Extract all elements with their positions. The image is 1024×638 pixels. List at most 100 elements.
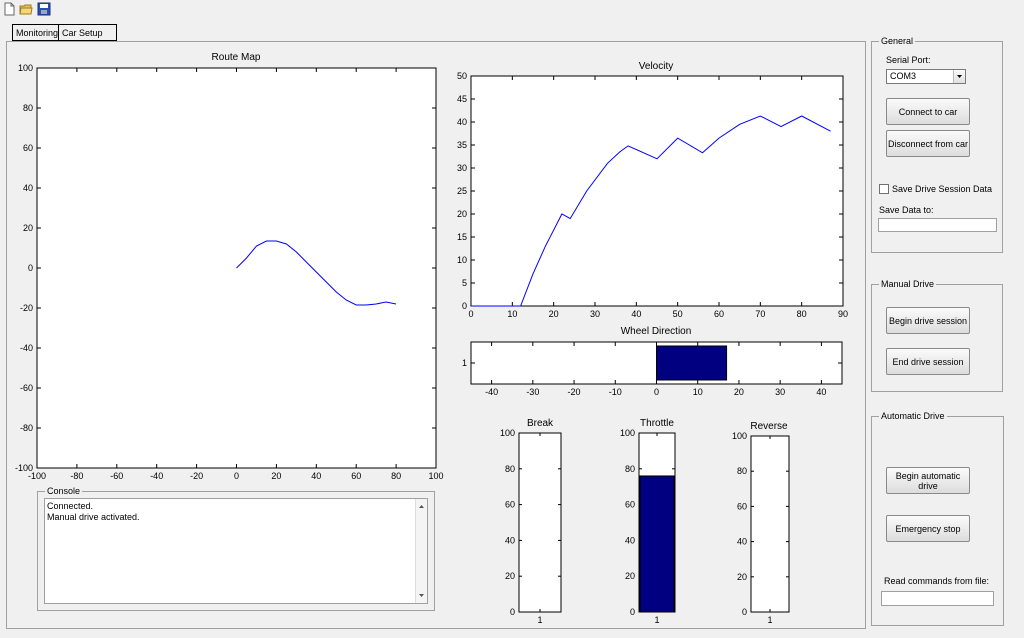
break-y-tick-label: 80 xyxy=(505,464,515,474)
end-drive-session-button[interactable]: End drive session xyxy=(886,348,970,375)
velocity-x-tick-label: 40 xyxy=(631,309,641,319)
emergency-stop-button[interactable]: Emergency stop xyxy=(886,515,970,542)
reverse-y-tick-label: 80 xyxy=(737,466,747,476)
route-map-y-tick-label: -40 xyxy=(20,343,33,353)
save-data-label: Save Data to: xyxy=(879,205,934,215)
automatic-drive-group: Automatic Drive Begin automatic drive Em… xyxy=(871,411,1004,626)
console-line: Manual drive activated. xyxy=(47,512,140,522)
velocity-y-tick-label: 40 xyxy=(457,117,467,127)
plot-area xyxy=(518,432,562,613)
route-map-x-tick-label: 100 xyxy=(428,471,443,481)
throttle-gauge[interactable]: Throttle 0 20 40 60 80 100 1 xyxy=(620,418,676,625)
route-map-x-tick-label: 20 xyxy=(271,471,281,481)
wheel-x-tick-label: 0 xyxy=(654,387,659,397)
read-commands-input[interactable] xyxy=(881,591,994,606)
route-map-x-tick-label: -40 xyxy=(150,471,163,481)
route-map-y-tick-label: -60 xyxy=(20,383,33,393)
velocity-y-tick-label: 10 xyxy=(457,255,467,265)
velocity-x-tick-label: 30 xyxy=(590,309,600,319)
route-map-y-tick-label: -100 xyxy=(15,463,33,473)
wheel-direction-bar xyxy=(656,345,728,381)
wheel-x-tick-label: -20 xyxy=(568,387,581,397)
disconnect-button[interactable]: Disconnect from car xyxy=(886,130,970,157)
serial-port-select[interactable]: COM3 xyxy=(886,69,966,84)
chevron-down-icon[interactable] xyxy=(953,70,965,83)
break-y-tick-label: 40 xyxy=(505,535,515,545)
automatic-drive-title: Automatic Drive xyxy=(879,411,947,421)
save-data-input[interactable] xyxy=(878,218,997,232)
throttle-y-tick-label: 80 xyxy=(625,464,635,474)
wheel-y-tick-label: 1 xyxy=(462,358,467,368)
velocity-x-tick-label: 10 xyxy=(507,309,517,319)
velocity-x-tick-label: 60 xyxy=(714,309,724,319)
velocity-x-tick-label: 90 xyxy=(838,309,848,319)
velocity-chart[interactable]: Velocity 0 10 20 30 40 50 60 70 80 90 0 5 10 15 20 25 30… xyxy=(457,61,848,319)
route-map-y-tick-label: 20 xyxy=(23,223,33,233)
save-session-label: Save Drive Session Data xyxy=(892,184,993,194)
route-map-y-tick-label: 100 xyxy=(18,63,33,73)
velocity-x-tick-label: 80 xyxy=(797,309,807,319)
route-map-y-tick-label: 80 xyxy=(23,103,33,113)
velocity-y-tick-label: 20 xyxy=(457,209,467,219)
velocity-y-tick-label: 0 xyxy=(462,301,467,311)
wheel-x-tick-label: -10 xyxy=(609,387,622,397)
throttle-y-tick-label: 40 xyxy=(625,535,635,545)
route-map-y-tick-label: -20 xyxy=(20,303,33,313)
route-map-y-tick-label: 0 xyxy=(28,263,33,273)
throttle-title: Throttle xyxy=(640,418,674,429)
begin-automatic-drive-button[interactable]: Begin automatic drive xyxy=(886,467,970,494)
route-map-chart[interactable]: Route Map -100 -80 -60 -40 -20 0 20 40 60 80 100-1… xyxy=(15,52,444,481)
velocity-y-tick-label: 30 xyxy=(457,163,467,173)
wheel-x-tick-label: 20 xyxy=(734,387,744,397)
route-map-x-tick-label: -20 xyxy=(190,471,203,481)
velocity-y-tick-label: 45 xyxy=(457,94,467,104)
wheel-direction-title: Wheel Direction xyxy=(621,326,692,337)
velocity-x-tick-label: 20 xyxy=(549,309,559,319)
throttle-y-tick-label: 20 xyxy=(625,571,635,581)
serial-port-value: COM3 xyxy=(890,71,917,81)
velocity-x-tick-label: 0 xyxy=(468,309,473,319)
save-session-checkbox[interactable] xyxy=(879,184,889,194)
reverse-title: Reverse xyxy=(750,421,788,432)
route-map-x-tick-label: 60 xyxy=(351,471,361,481)
console-output[interactable]: Connected. Manual drive activated. xyxy=(44,498,428,604)
general-title: General xyxy=(879,36,916,46)
velocity-y-tick-label: 5 xyxy=(462,278,467,288)
scroll-up-icon[interactable] xyxy=(419,505,424,508)
velocity-title: Velocity xyxy=(639,61,673,72)
velocity-y-tick-label: 50 xyxy=(457,71,467,81)
wheel-x-tick-label: 40 xyxy=(816,387,826,397)
reverse-y-tick-label: 100 xyxy=(732,431,747,441)
break-gauge[interactable]: Break 0 20 40 60 80 100 1 xyxy=(500,418,562,625)
reverse-x-tick-label: 1 xyxy=(767,615,772,625)
manual-drive-group: Manual Drive Begin drive session End dri… xyxy=(871,279,1003,392)
route-map-y-tick-label: -80 xyxy=(20,423,33,433)
route-map-x-tick-label: 40 xyxy=(311,471,321,481)
break-y-tick-label: 20 xyxy=(505,571,515,581)
wheel-x-tick-label: 10 xyxy=(693,387,703,397)
console-scrollbar[interactable] xyxy=(415,499,427,603)
scroll-down-icon[interactable] xyxy=(419,594,424,597)
read-commands-label: Read commands from file: xyxy=(884,576,990,586)
break-x-tick-label: 1 xyxy=(537,615,542,625)
route-map-x-tick-label: -80 xyxy=(70,471,83,481)
plot-area xyxy=(470,75,844,307)
begin-drive-session-button[interactable]: Begin drive session xyxy=(886,307,970,334)
connect-button[interactable]: Connect to car xyxy=(886,98,970,125)
route-map-x-tick-label: 80 xyxy=(391,471,401,481)
reverse-y-tick-label: 20 xyxy=(737,572,747,582)
console-line: Connected. xyxy=(47,501,94,511)
wheel-direction-chart[interactable]: Wheel Direction -40 -30 -20 -10 0 10 20 30 40 1 xyxy=(462,326,843,397)
route-map-x-tick-label: 0 xyxy=(234,471,239,481)
throttle-y-tick-label: 0 xyxy=(630,607,635,617)
throttle-x-tick-label: 1 xyxy=(654,615,659,625)
throttle-y-tick-label: 100 xyxy=(620,428,635,438)
route-map-y-tick-label: 40 xyxy=(23,183,33,193)
break-y-tick-label: 0 xyxy=(510,607,515,617)
serial-port-label: Serial Port: xyxy=(886,55,931,65)
break-y-tick-label: 60 xyxy=(505,500,515,510)
route-map-title: Route Map xyxy=(212,52,261,63)
velocity-x-tick-label: 50 xyxy=(673,309,683,319)
reverse-gauge[interactable]: Reverse 0 20 40 60 80 100 1 xyxy=(732,421,790,625)
reverse-y-tick-label: 0 xyxy=(742,607,747,617)
